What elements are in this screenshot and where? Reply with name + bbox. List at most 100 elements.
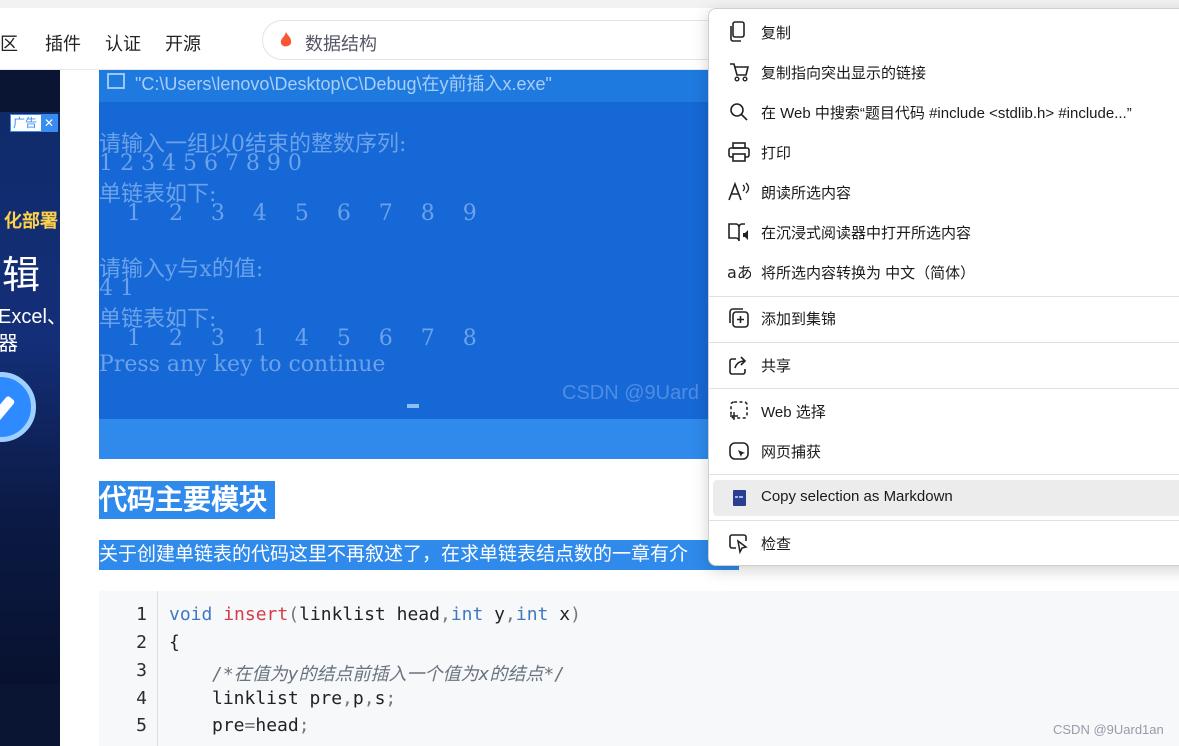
immersive-reader-icon — [728, 223, 748, 242]
code-token: pre — [212, 715, 245, 736]
code-token: s — [374, 688, 386, 709]
menu-item-immersive-reader[interactable]: 在沉浸式阅读器中打开所选内容 — [713, 214, 1179, 250]
console-title: "C:\Users\lenovo\Desktop\C\Debug\在y前插入x.… — [135, 74, 552, 94]
ad-badge: 广告 ✕ — [10, 114, 58, 132]
nav-item-plugins[interactable]: 插件 — [45, 30, 81, 56]
menu-item-copy[interactable]: 复制 — [713, 14, 1179, 50]
share-icon — [729, 356, 747, 375]
link-highlight-icon — [730, 63, 750, 82]
menu-item-label: 网页捕获 — [761, 444, 822, 461]
code-line-5: pre=head; — [169, 715, 310, 736]
ad-text-4: 器 — [0, 333, 18, 355]
browser-top-strip — [0, 0, 1179, 8]
menu-item-label: 复制指向突出显示的链接 — [761, 65, 927, 82]
console-screenshot: "C:\Users\lenovo\Desktop\C\Debug\在y前插入x.… — [99, 70, 739, 459]
console-titlebar: "C:\Users\lenovo\Desktop\C\Debug\在y前插入x.… — [99, 70, 739, 102]
menu-item-copy-link-to-highlight[interactable]: 复制指向突出显示的链接 — [713, 54, 1179, 90]
section-heading: 代码主要模块 — [99, 481, 276, 519]
code-token: void — [169, 604, 213, 625]
code-token: ; — [298, 715, 310, 736]
hot-flame-icon — [280, 32, 292, 47]
menu-separator — [709, 296, 1179, 297]
code-token: , — [439, 604, 451, 625]
console-line: 1 2 3 1 4 5 6 7 8 — [99, 326, 477, 351]
line-number-divider — [157, 591, 158, 746]
console-line: 1 2 3 4 5 6 7 8 9 0 — [99, 151, 302, 176]
code-token: , — [505, 604, 516, 625]
code-token: p — [352, 688, 364, 709]
web-capture-icon — [729, 442, 749, 460]
menu-separator — [709, 474, 1179, 475]
menu-separator — [709, 388, 1179, 389]
code-token: ; — [385, 688, 397, 709]
page-watermark: CSDN @9Uard1an — [1053, 722, 1164, 737]
code-token: int — [515, 604, 549, 625]
code-token: linklist pre — [212, 688, 343, 709]
nav-item-community[interactable]: 区 — [0, 30, 18, 56]
code-token: , — [363, 688, 375, 709]
menu-item-label: 添加到集锦 — [761, 311, 837, 328]
line-number: 5 — [136, 715, 147, 736]
menu-item-label: 打印 — [761, 145, 792, 162]
web-select-icon — [730, 401, 748, 420]
menu-item-translate[interactable]: aあ 将所选内容转换为 中文（简体） — [713, 254, 1179, 290]
translate-icon: aあ — [727, 263, 751, 282]
ad-close-icon[interactable]: ✕ — [41, 115, 57, 131]
search-box[interactable]: 数据结构 — [262, 20, 762, 60]
console-line: 4 1 — [99, 276, 134, 301]
menu-item-copy-markdown[interactable]: Copy selection as Markdown — [713, 480, 1179, 516]
menu-separator — [709, 342, 1179, 343]
code-token: ) — [570, 604, 581, 625]
code-token: , — [342, 688, 353, 709]
code-token: int — [450, 604, 484, 625]
content-gutter — [60, 70, 70, 746]
read-aloud-icon — [728, 181, 750, 201]
menu-item-label: 在 Web 中搜索“题目代码 #include <stdlib.h> #incl… — [761, 105, 1132, 122]
nav-item-opensource[interactable]: 开源 — [165, 30, 201, 56]
menu-item-web-capture[interactable]: 网页捕获 — [713, 433, 1179, 469]
browser-page: 区 插件 认证 开源 数据结构 广告✕ 化部署 辑 Excel、 器 "C:\U… — [0, 0, 1179, 746]
menu-item-label: 将所选内容转换为 中文（简体） — [761, 265, 976, 282]
search-input[interactable]: 数据结构 — [305, 30, 377, 56]
code-line-2: { — [169, 632, 180, 653]
code-block: 1 2 3 4 5 void insert(linklist head,int … — [99, 591, 1179, 746]
code-line-3: /*在值为y的结点前插入一个值为x的结点*/ — [169, 660, 565, 686]
ad-text-2: 辑 — [2, 255, 41, 297]
menu-separator — [709, 520, 1179, 521]
line-number: 4 — [136, 688, 147, 709]
menu-item-search-web[interactable]: 在 Web 中搜索“题目代码 #include <stdlib.h> #incl… — [713, 94, 1179, 130]
code-line-1: void insert(linklist head,int y,int x) — [169, 604, 581, 625]
menu-item-share[interactable]: 共享 — [713, 347, 1179, 383]
menu-item-label: 复制 — [761, 25, 792, 42]
section-paragraph: 关于创建单链表的代码这里不再叙述了，在求单链表结点数的一章有介 — [99, 540, 739, 570]
copy-icon — [730, 21, 745, 42]
console-cursor — [407, 404, 419, 408]
code-token: x — [548, 604, 571, 625]
menu-item-label: 共享 — [761, 358, 792, 375]
menu-item-inspect[interactable]: 检查 — [713, 525, 1179, 561]
line-number: 3 — [136, 660, 147, 681]
inspect-icon — [729, 534, 748, 554]
code-comment: /*在值为y的结点前插入一个值为x的结点*/ — [212, 664, 566, 685]
markdown-extension-icon — [733, 490, 746, 506]
search-icon — [730, 103, 748, 121]
code-token: = — [244, 715, 256, 736]
image-watermark: CSDN @9Uard — [562, 382, 700, 404]
menu-item-web-select[interactable]: Web 选择 — [713, 393, 1179, 429]
menu-item-print[interactable]: 打印 — [713, 134, 1179, 170]
line-number: 1 — [136, 604, 147, 625]
console-line: Press any key to continue — [99, 352, 386, 377]
nav-item-certification[interactable]: 认证 — [105, 30, 141, 56]
svg-text:aあ: aあ — [727, 263, 751, 282]
menu-item-label: Web 选择 — [761, 404, 826, 421]
menu-item-label: 在沉浸式阅读器中打开所选内容 — [761, 225, 972, 242]
ad-text-3: Excel、 — [0, 306, 60, 328]
code-token: linklist head — [299, 604, 440, 625]
code-token: head — [255, 715, 299, 736]
menu-item-read-aloud[interactable]: 朗读所选内容 — [713, 174, 1179, 210]
menu-item-add-to-collections[interactable]: 添加到集锦 — [713, 300, 1179, 336]
context-menu: 复制 复制指向突出显示的链接 在 Web 中搜索“题目代码 #include <… — [708, 8, 1179, 566]
console-screen: 请输入一组以0结束的整数序列: 1 2 3 4 5 6 7 8 9 0 单链表如… — [99, 102, 739, 419]
menu-item-label: Copy selection as Markdown — [761, 488, 953, 505]
sidebar-ad[interactable]: 广告✕ 化部署 辑 Excel、 器 — [0, 112, 60, 684]
